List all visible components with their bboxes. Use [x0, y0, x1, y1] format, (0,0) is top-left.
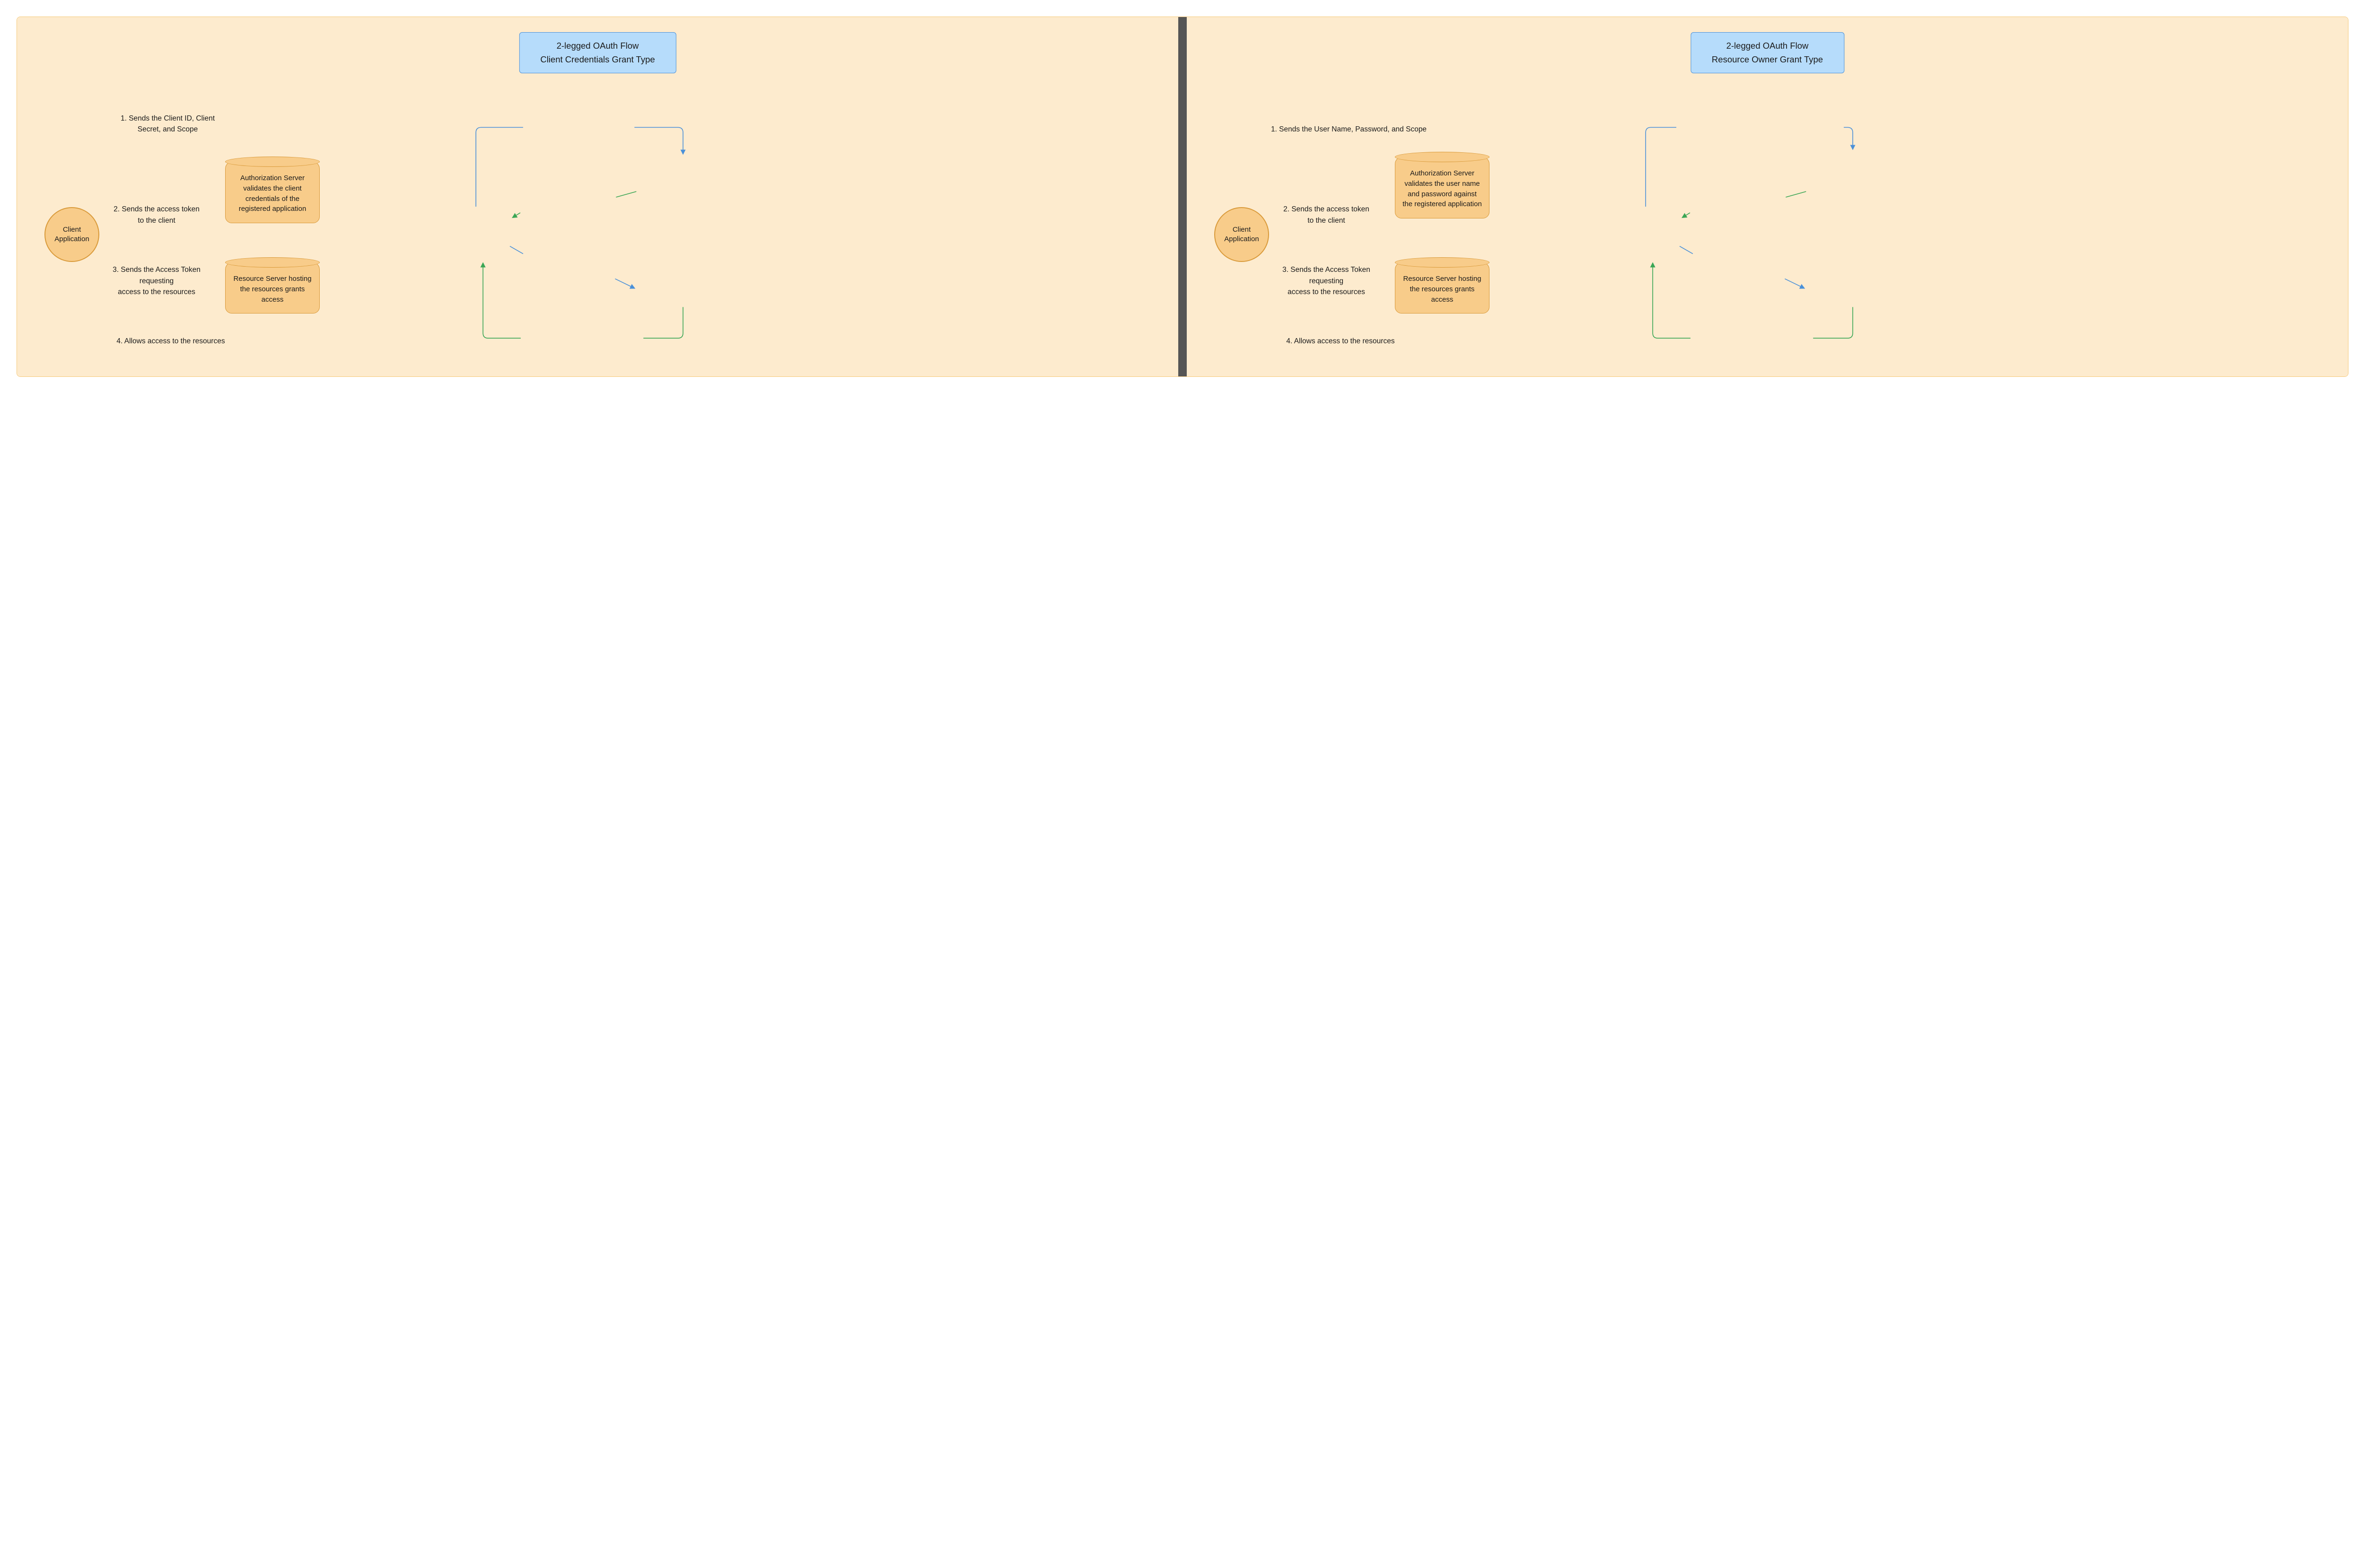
left-auth-server-node: Authorization Server validates the clien… — [225, 161, 320, 223]
left-step2-label: 2. Sends the access token to the client — [109, 192, 204, 227]
right-auth-server-node: Authorization Server validates the user … — [1395, 157, 1489, 218]
left-panel: 2-legged OAuth Flow Client Credentials G… — [17, 17, 1178, 376]
right-step1-label: 1. Sends the User Name, Password, and Sc… — [1265, 123, 1433, 136]
left-resource-server-node: Resource Server hosting the resources gr… — [225, 262, 320, 314]
left-client-node: Client Application — [44, 207, 99, 262]
client-label-1: Client — [1233, 225, 1251, 235]
left-step1-label: 1. Sends the Client ID, Client Secret, a… — [112, 112, 223, 136]
diagram-container: 2-legged OAuth Flow Client Credentials G… — [17, 17, 2348, 377]
right-resource-server-node: Resource Server hosting the resources gr… — [1395, 262, 1489, 314]
left-step4-label: 4. Allows access to the resources — [109, 335, 232, 348]
client-label-2: Application — [1224, 235, 1259, 244]
left-resource-server-text: Resource Server hosting the resources gr… — [233, 275, 311, 304]
client-label-2: Application — [54, 235, 89, 244]
left-auth-server-text: Authorization Server validates the clien… — [239, 174, 307, 213]
right-auth-server-text: Authorization Server validates the user … — [1402, 169, 1482, 208]
panel-divider — [1178, 17, 1187, 376]
right-step2-label: 2. Sends the access token to the client — [1279, 192, 1374, 227]
right-title-line1: 2-legged OAuth Flow — [1712, 39, 1823, 53]
right-step4-label: 4. Allows access to the resources — [1279, 335, 1402, 348]
right-step3-label: 3. Sends the Access Token requesting acc… — [1272, 253, 1381, 298]
right-title-line2: Resource Owner Grant Type — [1712, 53, 1823, 67]
right-client-node: Client Application — [1214, 207, 1269, 262]
client-label-1: Client — [63, 225, 81, 235]
left-title-line1: 2-legged OAuth Flow — [540, 39, 655, 53]
left-step3-label: 3. Sends the Access Token requesting acc… — [102, 253, 211, 298]
right-panel: 2-legged OAuth Flow Resource Owner Grant… — [1187, 17, 2348, 376]
right-title-box: 2-legged OAuth Flow Resource Owner Grant… — [1691, 32, 1844, 73]
right-resource-server-text: Resource Server hosting the resources gr… — [1403, 275, 1481, 304]
left-title-line2: Client Credentials Grant Type — [540, 53, 655, 67]
left-title-box: 2-legged OAuth Flow Client Credentials G… — [519, 32, 676, 73]
